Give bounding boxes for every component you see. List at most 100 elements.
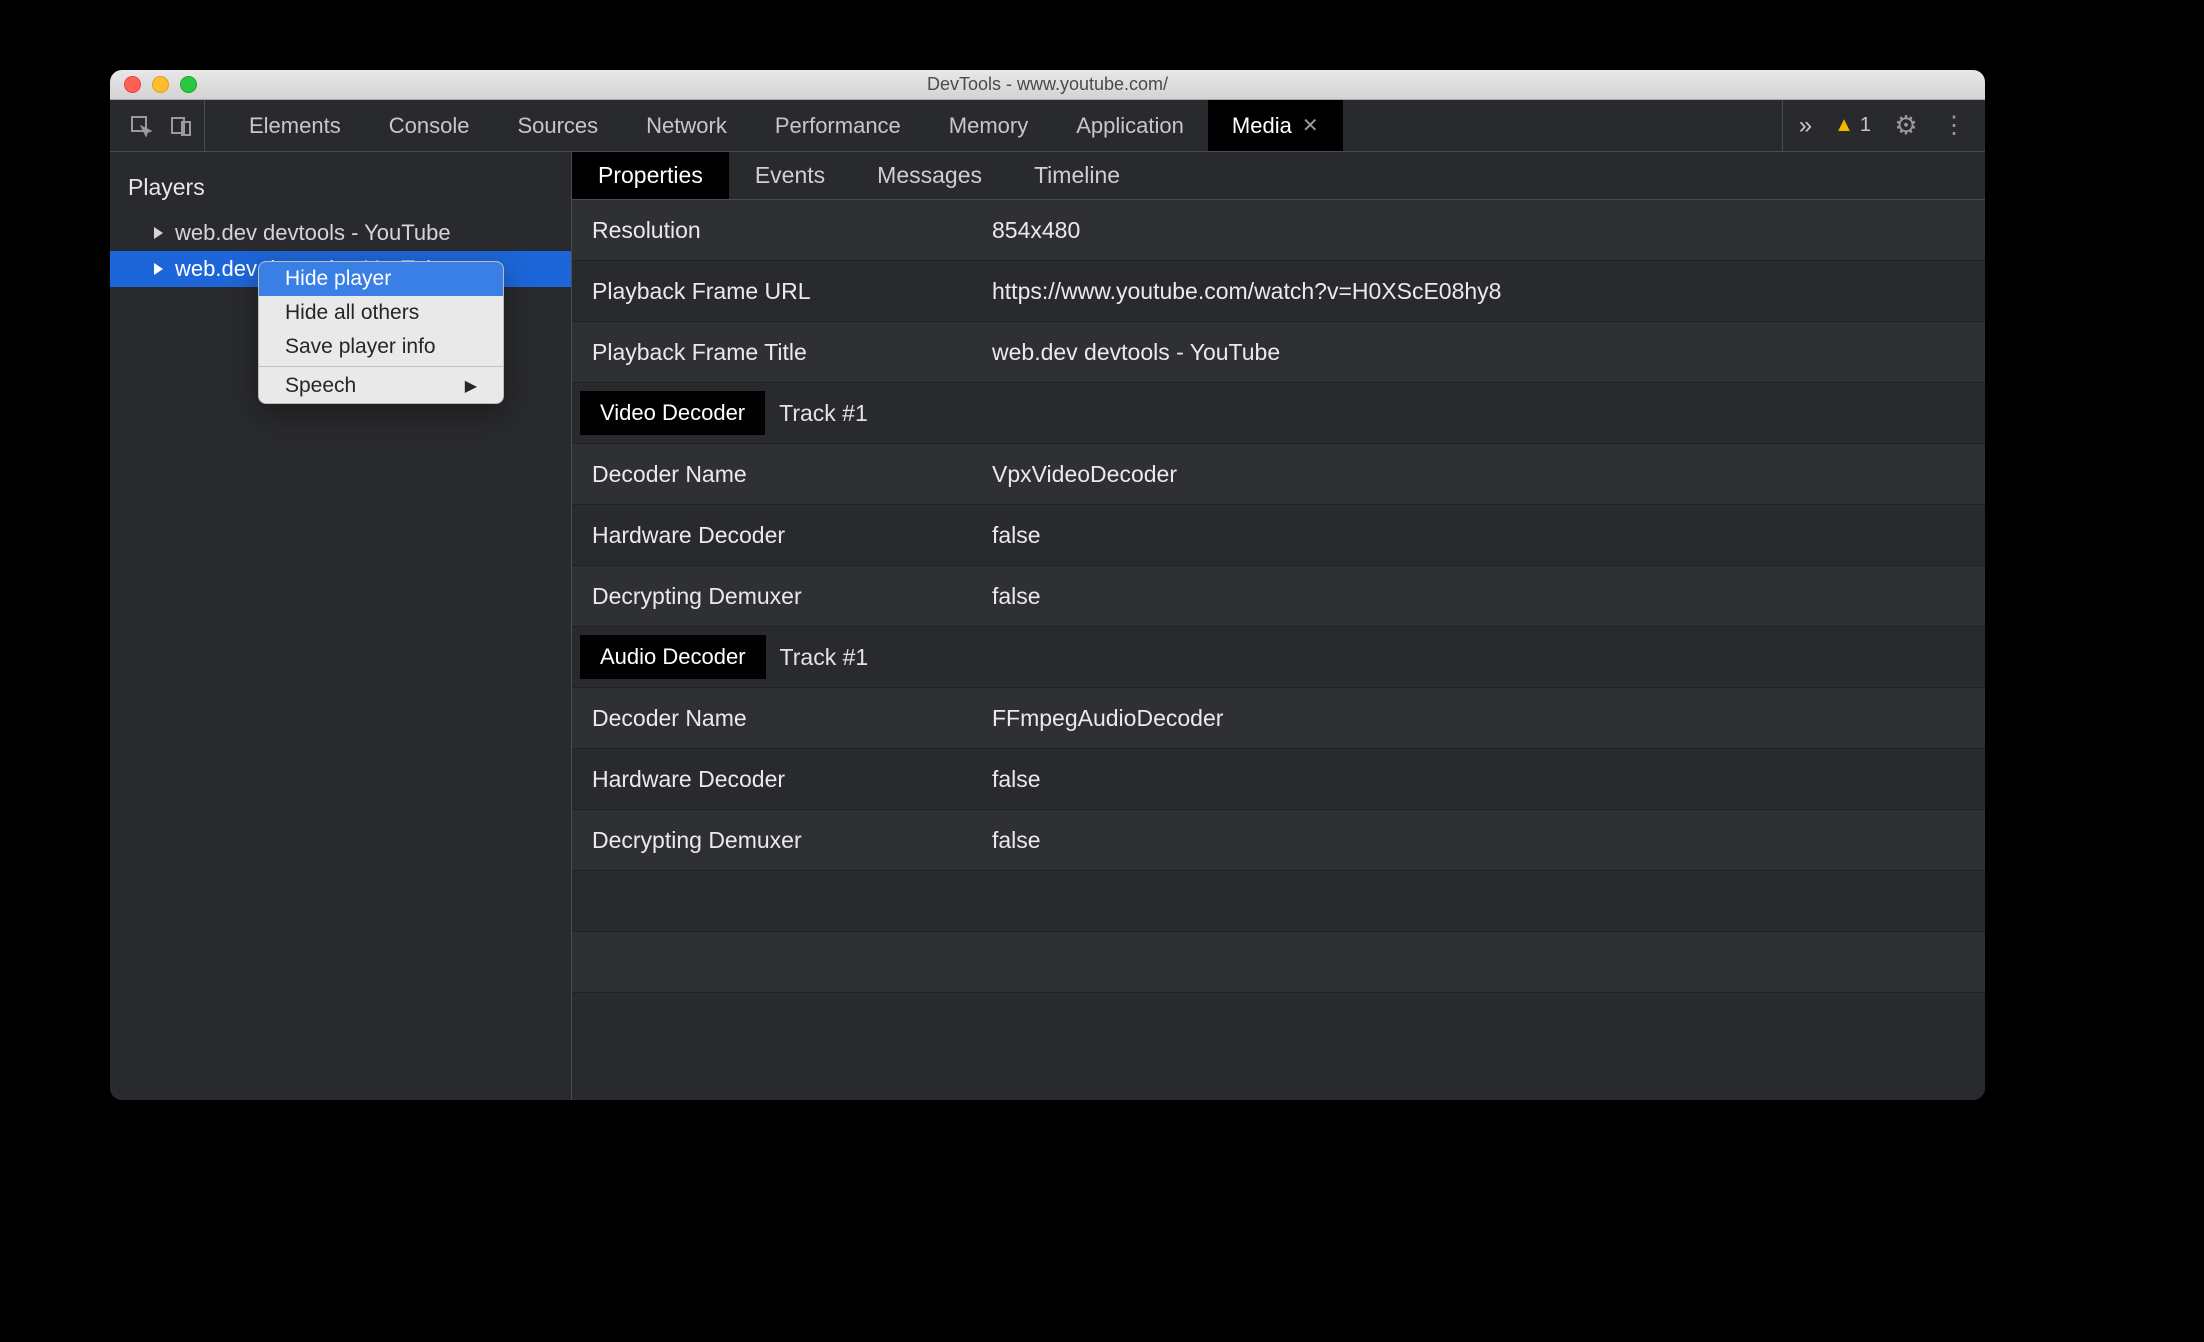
section-track: Track #1 bbox=[780, 644, 869, 671]
tab-label: Console bbox=[389, 113, 470, 139]
property-label: Hardware Decoder bbox=[572, 766, 992, 793]
media-properties-panel: Properties Events Messages Timeline Reso… bbox=[572, 152, 1985, 1100]
more-tabs-button[interactable]: » bbox=[1782, 100, 1812, 151]
subtab-timeline[interactable]: Timeline bbox=[1008, 152, 1146, 199]
subtab-label: Properties bbox=[598, 162, 703, 189]
property-value: false bbox=[992, 583, 1985, 610]
properties-rows: Resolution 854x480 Playback Frame URL ht… bbox=[572, 200, 1985, 1100]
property-row: Playback Frame Title web.dev devtools - … bbox=[572, 322, 1985, 383]
empty-row bbox=[572, 871, 1985, 932]
chevron-right-double-icon: » bbox=[1799, 112, 1812, 140]
context-menu-label: Hide player bbox=[285, 267, 391, 291]
window-close-button[interactable] bbox=[124, 76, 141, 93]
context-menu-label: Save player info bbox=[285, 335, 436, 359]
tab-label: Sources bbox=[517, 113, 598, 139]
tab-memory[interactable]: Memory bbox=[925, 100, 1052, 151]
property-label: Resolution bbox=[572, 217, 992, 244]
property-label: Decrypting Demuxer bbox=[572, 827, 992, 854]
empty-row bbox=[572, 932, 1985, 993]
devtools-tabbar: Elements Console Sources Network Perform… bbox=[110, 100, 1985, 152]
window-zoom-button[interactable] bbox=[180, 76, 197, 93]
property-value: https://www.youtube.com/watch?v=H0XScE08… bbox=[992, 278, 1985, 305]
settings-button[interactable]: ⚙ bbox=[1893, 113, 1919, 139]
subtab-label: Timeline bbox=[1034, 162, 1120, 189]
media-subtabs: Properties Events Messages Timeline bbox=[572, 152, 1985, 200]
tab-network[interactable]: Network bbox=[622, 100, 751, 151]
sidebar-heading: Players bbox=[110, 152, 571, 215]
property-row: Hardware Decoder false bbox=[572, 505, 1985, 566]
tab-elements[interactable]: Elements bbox=[225, 100, 365, 151]
property-row: Playback Frame URL https://www.youtube.c… bbox=[572, 261, 1985, 322]
context-menu-item-save-info[interactable]: Save player info bbox=[259, 330, 503, 364]
property-row: Decrypting Demuxer false bbox=[572, 566, 1985, 627]
gear-icon: ⚙ bbox=[1894, 110, 1917, 141]
subtab-label: Messages bbox=[877, 162, 982, 189]
tab-label: Application bbox=[1076, 113, 1184, 139]
property-row: Decoder Name VpxVideoDecoder bbox=[572, 444, 1985, 505]
tab-sources[interactable]: Sources bbox=[493, 100, 622, 151]
warning-icon: ▲ bbox=[1834, 114, 1854, 137]
property-label: Playback Frame URL bbox=[572, 278, 992, 305]
property-value: false bbox=[992, 766, 1985, 793]
player-label: web.dev devtools - YouTube bbox=[175, 220, 451, 246]
context-menu-label: Hide all others bbox=[285, 301, 419, 325]
property-value: false bbox=[992, 522, 1985, 549]
tab-label: Performance bbox=[775, 113, 901, 139]
devtools-window: DevTools - www.youtube.com/ Elements Con… bbox=[110, 70, 1985, 1100]
tab-console[interactable]: Console bbox=[365, 100, 494, 151]
subtab-events[interactable]: Events bbox=[729, 152, 851, 199]
kebab-menu-button[interactable]: ⋮ bbox=[1941, 113, 1967, 139]
tab-label: Elements bbox=[249, 113, 341, 139]
property-row: Hardware Decoder false bbox=[572, 749, 1985, 810]
property-label: Decoder Name bbox=[572, 705, 992, 732]
section-header-audio-decoder: Audio Decoder Track #1 bbox=[572, 627, 1985, 688]
mac-titlebar: DevTools - www.youtube.com/ bbox=[110, 70, 1985, 100]
window-title: DevTools - www.youtube.com/ bbox=[110, 74, 1985, 95]
context-menu-item-speech[interactable]: Speech ▶ bbox=[259, 369, 503, 403]
section-chip: Audio Decoder bbox=[580, 635, 766, 679]
section-track: Track #1 bbox=[779, 400, 868, 427]
device-toolbar-icon[interactable] bbox=[168, 113, 194, 139]
play-icon bbox=[154, 263, 163, 275]
property-value: FFmpegAudioDecoder bbox=[992, 705, 1985, 732]
subtab-properties[interactable]: Properties bbox=[572, 152, 729, 199]
devtools-content: Players web.dev devtools - YouTube web.d… bbox=[110, 152, 1985, 1100]
property-label: Hardware Decoder bbox=[572, 522, 992, 549]
media-players-sidebar: Players web.dev devtools - YouTube web.d… bbox=[110, 152, 572, 1100]
tab-label: Network bbox=[646, 113, 727, 139]
context-menu-item-hide-others[interactable]: Hide all others bbox=[259, 296, 503, 330]
tab-label: Media bbox=[1232, 113, 1292, 139]
subtab-label: Events bbox=[755, 162, 825, 189]
tab-performance[interactable]: Performance bbox=[751, 100, 925, 151]
property-label: Decoder Name bbox=[572, 461, 992, 488]
section-chip: Video Decoder bbox=[580, 391, 765, 435]
warnings-badge[interactable]: ▲ 1 bbox=[1834, 114, 1871, 137]
window-traffic-lights bbox=[110, 76, 197, 93]
context-menu: Hide player Hide all others Save player … bbox=[258, 261, 504, 404]
property-value: VpxVideoDecoder bbox=[992, 461, 1985, 488]
tab-media[interactable]: Media ✕ bbox=[1208, 100, 1343, 151]
close-icon[interactable]: ✕ bbox=[1302, 113, 1319, 138]
devtools-toolbar-left bbox=[110, 100, 205, 151]
warning-count: 1 bbox=[1860, 114, 1871, 137]
chevron-right-icon: ▶ bbox=[465, 376, 477, 396]
property-value: 854x480 bbox=[992, 217, 1985, 244]
window-minimize-button[interactable] bbox=[152, 76, 169, 93]
context-menu-separator bbox=[259, 366, 503, 367]
more-vertical-icon: ⋮ bbox=[1942, 111, 1966, 140]
property-label: Decrypting Demuxer bbox=[572, 583, 992, 610]
tab-application[interactable]: Application bbox=[1052, 100, 1208, 151]
tab-label: Memory bbox=[949, 113, 1028, 139]
property-row: Resolution 854x480 bbox=[572, 200, 1985, 261]
context-menu-item-hide-player[interactable]: Hide player bbox=[259, 262, 503, 296]
property-value: false bbox=[992, 827, 1985, 854]
property-row: Decrypting Demuxer false bbox=[572, 810, 1985, 871]
subtab-messages[interactable]: Messages bbox=[851, 152, 1008, 199]
play-icon bbox=[154, 227, 163, 239]
devtools-toolbar-right: » ▲ 1 ⚙ ⋮ bbox=[1772, 100, 1985, 151]
select-element-icon[interactable] bbox=[128, 113, 154, 139]
player-item[interactable]: web.dev devtools - YouTube bbox=[110, 215, 571, 251]
property-label: Playback Frame Title bbox=[572, 339, 992, 366]
property-row: Decoder Name FFmpegAudioDecoder bbox=[572, 688, 1985, 749]
section-header-video-decoder: Video Decoder Track #1 bbox=[572, 383, 1985, 444]
